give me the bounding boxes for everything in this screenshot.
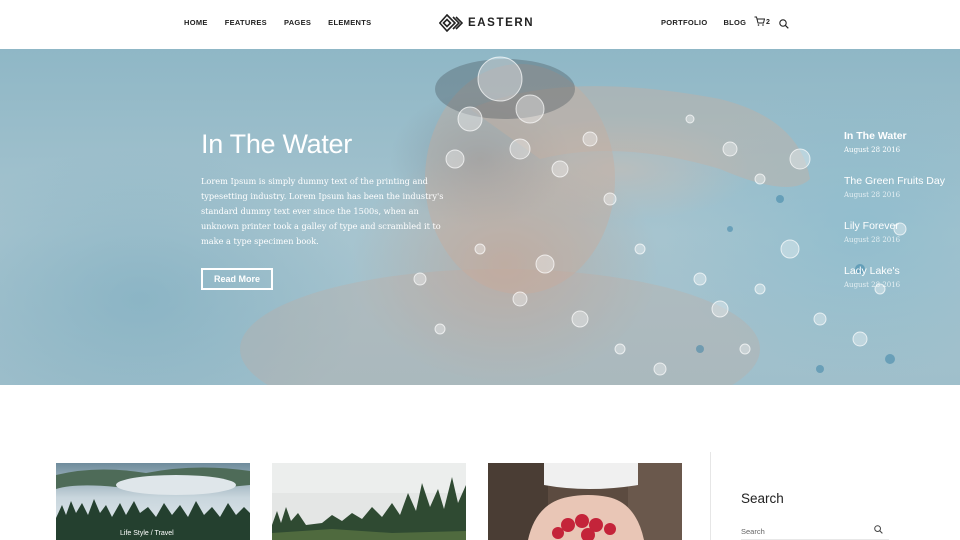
hands-raspberries-image [488, 463, 682, 540]
hero-title: In The Water [201, 129, 352, 159]
logo-diamond-icon [439, 14, 463, 32]
main-nav-left: HOME FEATURES PAGES ELEMENTS [184, 18, 371, 27]
sidebar-search [741, 521, 889, 540]
nav-blog[interactable]: BLOG [723, 18, 746, 27]
post-categories[interactable]: Life Style / Travel [120, 530, 174, 537]
hero-post-item[interactable]: Lady Lake's August 28 2016 [844, 265, 945, 310]
hero-post-date: August 28 2016 [844, 146, 901, 154]
hero-post-list: In The Water August 28 2016 The Green Fr… [844, 130, 945, 310]
cart-icon [754, 16, 765, 26]
misty-forest-image [56, 463, 250, 540]
search-icon [779, 19, 789, 29]
hero-post-date: August 28 2016 [844, 191, 901, 199]
nav-pages[interactable]: PAGES [284, 18, 311, 27]
hero-post-item[interactable]: In The Water August 28 2016 [844, 130, 945, 175]
header-search-button[interactable] [779, 16, 789, 34]
nav-portfolio[interactable]: PORTFOLIO [661, 18, 707, 27]
nav-features[interactable]: FEATURES [225, 18, 267, 27]
sidebar-divider [710, 452, 711, 540]
site-header: HOME FEATURES PAGES ELEMENTS EASTERN POR… [0, 0, 960, 49]
logo-text: EASTERN [468, 17, 535, 29]
post-thumbnail-hands-raspberries[interactable] [488, 463, 682, 540]
cart-count-badge: 2 [766, 19, 770, 26]
hero-post-title: Lily Forever [844, 220, 899, 232]
site-logo[interactable]: EASTERN [439, 14, 534, 32]
nav-elements[interactable]: ELEMENTS [328, 18, 371, 27]
post-thumbnail-pine-forest[interactable] [272, 463, 466, 540]
hero-slider: In The Water Lorem Ipsum is simply dummy… [0, 49, 960, 385]
pine-forest-image [272, 463, 466, 540]
read-more-button[interactable]: Read More [201, 268, 273, 290]
hero-post-date: August 28 2016 [844, 281, 901, 289]
cart-button[interactable]: 2 [754, 16, 770, 26]
hero-excerpt: Lorem Ipsum is simply dummy text of the … [201, 176, 444, 246]
sidebar-search-input[interactable] [741, 522, 861, 540]
search-icon[interactable] [874, 525, 883, 534]
hero-post-title: The Green Fruits Day [844, 175, 945, 187]
hero-post-title: Lady Lake's [844, 265, 900, 277]
hero-post-title: In The Water [844, 130, 907, 142]
post-thumbnail-misty-forest[interactable]: Life Style / Travel [56, 463, 250, 540]
hero-post-item[interactable]: Lily Forever August 28 2016 [844, 220, 945, 265]
nav-home[interactable]: HOME [184, 18, 208, 27]
hero-post-item[interactable]: The Green Fruits Day August 28 2016 [844, 175, 945, 220]
main-nav-right: PORTFOLIO BLOG [661, 18, 746, 27]
hero-post-date: August 28 2016 [844, 236, 901, 244]
hero-background-image [240, 56, 907, 385]
search-widget-title: Search [741, 491, 784, 506]
